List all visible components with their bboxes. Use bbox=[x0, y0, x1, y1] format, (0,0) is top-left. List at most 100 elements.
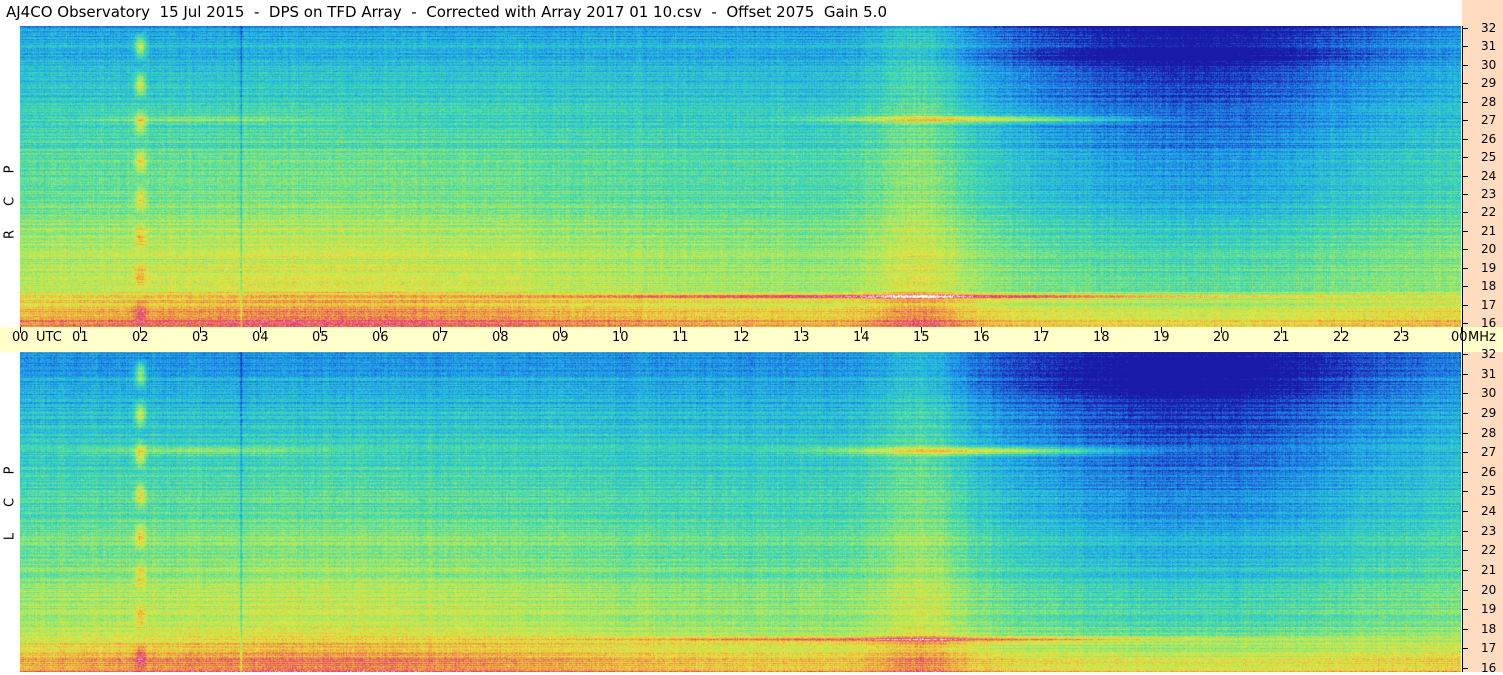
freq-tick-label: 17 bbox=[1481, 641, 1497, 655]
freq-tick-label: 21 bbox=[1481, 563, 1497, 577]
freq-tick-label: 24 bbox=[1481, 169, 1497, 183]
freq-tick bbox=[1462, 194, 1468, 195]
freq-tick bbox=[1462, 176, 1468, 177]
freq-tick bbox=[1462, 139, 1468, 140]
time-tick-label: 04 bbox=[252, 330, 269, 345]
time-tick-label: 00 bbox=[1451, 330, 1468, 345]
freq-tick bbox=[1462, 374, 1468, 375]
time-tick-label: 06 bbox=[372, 330, 389, 345]
freq-tick-label: 24 bbox=[1481, 504, 1497, 518]
freq-tick bbox=[1462, 28, 1468, 29]
freq-tick-label: 17 bbox=[1481, 298, 1497, 312]
time-tick-label: 19 bbox=[1153, 330, 1170, 345]
freq-tick-label: 32 bbox=[1481, 347, 1497, 361]
rcp-spectrogram-canvas bbox=[20, 26, 1461, 327]
time-tick-label: 09 bbox=[552, 330, 569, 345]
freq-tick-label: 16 bbox=[1481, 316, 1497, 330]
rcp-spectrogram bbox=[20, 26, 1461, 327]
time-tick-label: 17 bbox=[1033, 330, 1050, 345]
freq-tick bbox=[1462, 102, 1468, 103]
freq-tick bbox=[1462, 354, 1468, 355]
time-tick-label: 13 bbox=[793, 330, 810, 345]
freq-tick bbox=[1462, 648, 1468, 649]
freq-tick bbox=[1462, 120, 1468, 121]
freq-tick-label: 28 bbox=[1481, 95, 1497, 109]
title-bar: AJ4CO Observatory 15 Jul 2015 - DPS on T… bbox=[0, 0, 1462, 26]
time-tick-label: 11 bbox=[672, 330, 689, 345]
freq-tick-label: 20 bbox=[1481, 242, 1497, 256]
freq-tick-label: 16 bbox=[1481, 661, 1497, 675]
time-tick-label: 16 bbox=[973, 330, 990, 345]
freq-tick-label: 19 bbox=[1481, 261, 1497, 275]
freq-tick-label: 27 bbox=[1481, 445, 1497, 459]
freq-tick-label: 32 bbox=[1481, 21, 1497, 35]
freq-tick-label: 25 bbox=[1481, 484, 1497, 498]
time-axis-band bbox=[0, 327, 1462, 352]
freq-tick bbox=[1462, 433, 1468, 434]
freq-tick-label: 25 bbox=[1481, 150, 1497, 164]
time-tick-label: 12 bbox=[733, 330, 750, 345]
time-tick-label: 15 bbox=[913, 330, 930, 345]
freq-tick-label: 31 bbox=[1481, 367, 1497, 381]
freq-tick bbox=[1462, 550, 1468, 551]
rcp-letter-r: R bbox=[2, 229, 18, 240]
freq-tick bbox=[1462, 590, 1468, 591]
freq-tick-label: 23 bbox=[1481, 524, 1497, 538]
freq-tick bbox=[1462, 393, 1468, 394]
time-tick-label: 14 bbox=[853, 330, 870, 345]
rcp-letter-c: C bbox=[2, 196, 18, 207]
freq-tick-label: 28 bbox=[1481, 426, 1497, 440]
freq-tick-label: 27 bbox=[1481, 113, 1497, 127]
freq-tick-label: 21 bbox=[1481, 224, 1497, 238]
freq-tick bbox=[1462, 413, 1468, 414]
freq-tick bbox=[1462, 231, 1468, 232]
time-tick-label: 07 bbox=[432, 330, 449, 345]
chart-title: AJ4CO Observatory 15 Jul 2015 - DPS on T… bbox=[6, 3, 887, 21]
freq-tick-label: 26 bbox=[1481, 132, 1497, 146]
freq-tick bbox=[1462, 268, 1468, 269]
freq-tick bbox=[1462, 83, 1468, 84]
freq-tick bbox=[1462, 323, 1468, 324]
freq-tick bbox=[1462, 212, 1468, 213]
freq-tick bbox=[1462, 472, 1468, 473]
freq-tick-label: 30 bbox=[1481, 58, 1497, 72]
freq-tick-label: 23 bbox=[1481, 187, 1497, 201]
freq-tick bbox=[1462, 531, 1468, 532]
time-tick-label: 02 bbox=[132, 330, 149, 345]
lcp-spectrogram bbox=[20, 352, 1461, 672]
freq-tick-label: 29 bbox=[1481, 406, 1497, 420]
freq-tick bbox=[1462, 452, 1468, 453]
time-tick-label: 18 bbox=[1093, 330, 1110, 345]
freq-axis-unit-label: MHz bbox=[1468, 330, 1496, 345]
freq-tick-label: 18 bbox=[1481, 622, 1497, 636]
freq-axis-line bbox=[1462, 26, 1463, 672]
freq-tick bbox=[1462, 46, 1468, 47]
time-tick-label: 10 bbox=[612, 330, 629, 345]
freq-tick-label: 31 bbox=[1481, 39, 1497, 53]
lcp-letter-p: P bbox=[2, 466, 18, 475]
time-tick-label: 05 bbox=[312, 330, 329, 345]
freq-tick-label: 22 bbox=[1481, 543, 1497, 557]
freq-tick bbox=[1462, 249, 1468, 250]
freq-tick-label: 22 bbox=[1481, 205, 1497, 219]
lcp-label-strip: P C L bbox=[0, 352, 20, 672]
freq-tick-label: 29 bbox=[1481, 76, 1497, 90]
time-tick-label: 20 bbox=[1213, 330, 1230, 345]
freq-tick-label: 26 bbox=[1481, 465, 1497, 479]
freq-tick bbox=[1462, 511, 1468, 512]
rcp-label-strip: P C R bbox=[0, 26, 20, 327]
freq-tick-label: 18 bbox=[1481, 279, 1497, 293]
freq-tick-label: 20 bbox=[1481, 583, 1497, 597]
time-tick-label: 23 bbox=[1393, 330, 1410, 345]
time-tick-label: 01 bbox=[72, 330, 89, 345]
time-tick-label: 03 bbox=[192, 330, 209, 345]
freq-tick-label: 30 bbox=[1481, 386, 1497, 400]
time-tick-label: 08 bbox=[492, 330, 509, 345]
freq-tick bbox=[1462, 305, 1468, 306]
lcp-letter-c: C bbox=[2, 497, 18, 508]
freq-tick bbox=[1462, 491, 1468, 492]
lcp-letter-l: L bbox=[2, 532, 18, 541]
freq-tick bbox=[1462, 629, 1468, 630]
time-tick-label: 22 bbox=[1333, 330, 1350, 345]
time-axis-unit-label: UTC bbox=[36, 330, 62, 345]
